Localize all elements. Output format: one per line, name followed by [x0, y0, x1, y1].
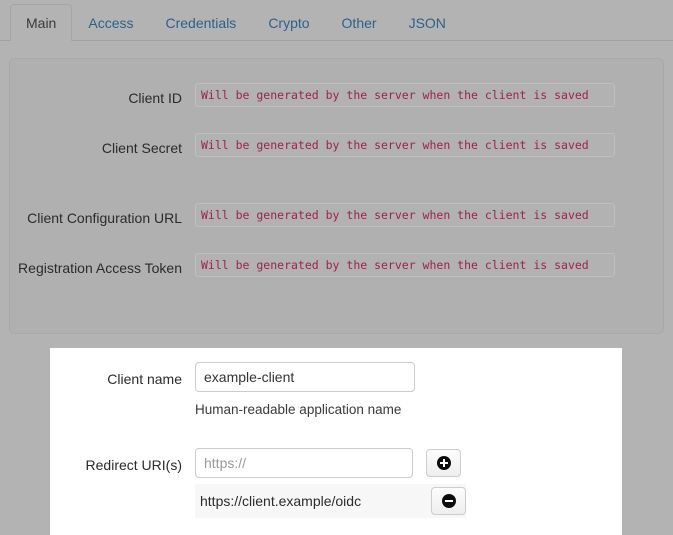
field-row-client-configuration-url: Client Configuration URL Will be generat… — [10, 203, 663, 228]
tab-other-label: Other — [341, 15, 377, 31]
redirect-uri-input[interactable] — [195, 448, 413, 478]
tab-json-label: JSON — [408, 15, 446, 31]
redirect-uris-label: Redirect URI(s) — [85, 457, 182, 473]
tab-crypto-label: Crypto — [268, 15, 310, 31]
remove-redirect-uri-button[interactable] — [431, 487, 466, 515]
tab-other[interactable]: Other — [326, 4, 393, 41]
tab-bar: Main Access Credentials Crypto Other JSO… — [0, 0, 673, 41]
client-name-input[interactable] — [195, 362, 415, 392]
client-form-panel: Client name Human-readable application n… — [50, 348, 622, 535]
tab-main[interactable]: Main — [10, 4, 73, 41]
plus-circle-icon — [436, 456, 451, 470]
client-id-label: Client ID — [128, 90, 182, 106]
field-row-client-name: Client name — [50, 362, 415, 392]
redirect-uri-list-item: https://client.example/oidc — [195, 484, 466, 518]
field-row-registration-access-token: Registration Access Token Will be genera… — [10, 253, 663, 278]
field-row-client-id: Client ID Will be generated by the serve… — [10, 83, 663, 108]
tab-json[interactable]: JSON — [393, 4, 462, 41]
registration-access-token-label: Registration Access Token — [18, 260, 182, 276]
client-secret-input[interactable]: Will be generated by the server when the… — [195, 133, 615, 157]
client-name-help: Human-readable application name — [195, 401, 401, 419]
registration-access-token-input[interactable]: Will be generated by the server when the… — [195, 253, 615, 277]
tab-access[interactable]: Access — [72, 4, 149, 41]
redirect-uri-add-group — [195, 448, 466, 478]
client-name-label: Client name — [107, 371, 182, 387]
client-id-input[interactable]: Will be generated by the server when the… — [195, 83, 615, 107]
tab-credentials[interactable]: Credentials — [149, 4, 252, 41]
tab-access-label: Access — [88, 15, 134, 31]
tab-crypto[interactable]: Crypto — [252, 4, 325, 41]
field-row-client-secret: Client Secret Will be generated by the s… — [10, 133, 663, 158]
redirect-uri-value: https://client.example/oidc — [200, 493, 362, 509]
server-generated-fieldset: Client ID Will be generated by the serve… — [9, 58, 664, 334]
minus-circle-icon — [441, 494, 456, 508]
client-name-help-text: Human-readable application name — [195, 402, 402, 417]
redirect-uris-control: https://client.example/oidc — [195, 448, 466, 518]
field-row-redirect-uris: Redirect URI(s) https://client.example/o… — [50, 448, 466, 518]
tab-main-label: Main — [26, 15, 57, 31]
client-secret-label: Client Secret — [101, 140, 182, 156]
add-redirect-uri-button[interactable] — [426, 449, 461, 477]
client-configuration-url-input[interactable]: Will be generated by the server when the… — [195, 203, 615, 227]
tab-credentials-label: Credentials — [165, 15, 237, 31]
client-configuration-url-label: Client Configuration URL — [27, 210, 182, 226]
